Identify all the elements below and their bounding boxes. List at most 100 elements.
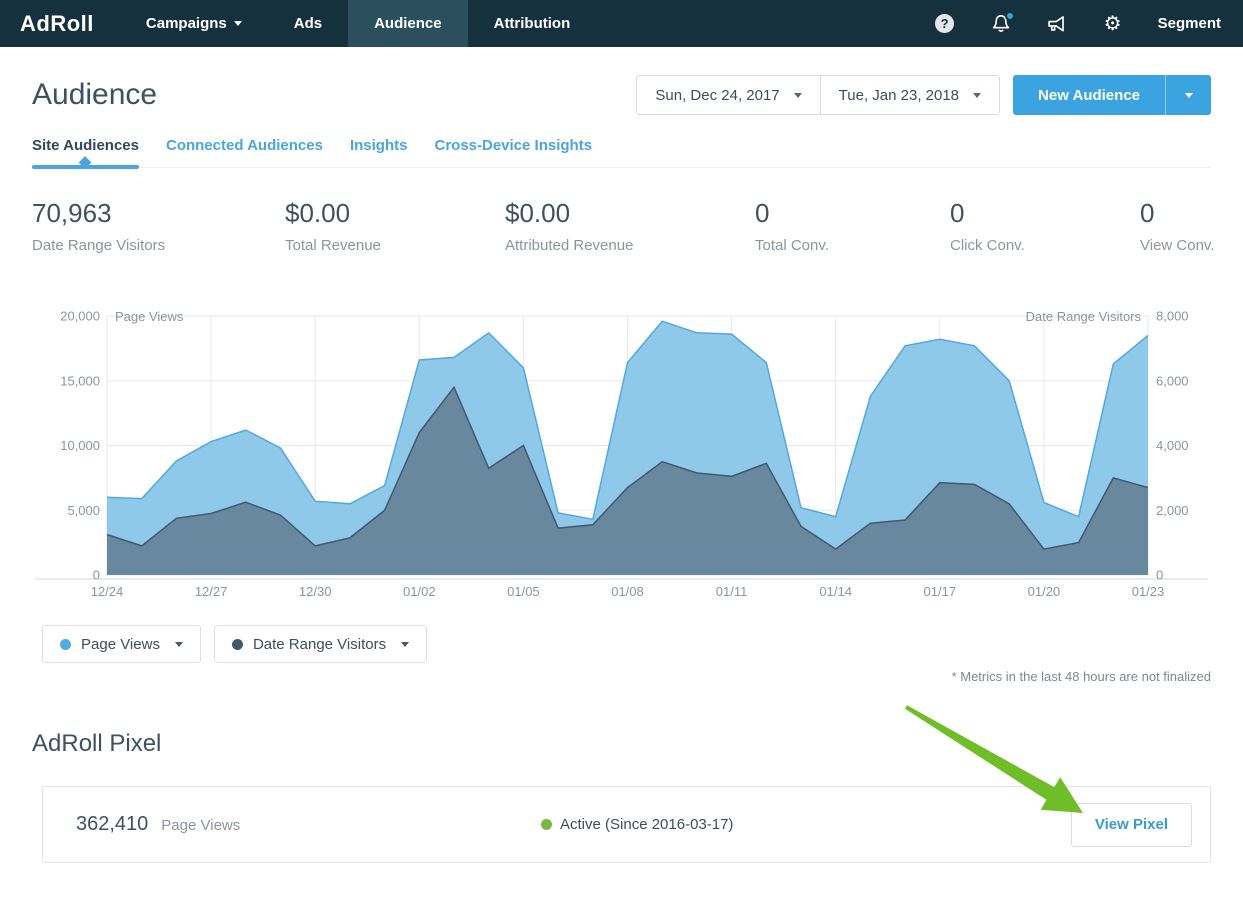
svg-text:2,000: 2,000 xyxy=(1156,503,1189,518)
stat-value: $0.00 xyxy=(285,198,505,229)
nav-items: Campaigns Ads Audience Attribution xyxy=(120,0,596,47)
stat-attributed-revenue: $0.00 Attributed Revenue xyxy=(505,198,755,254)
stat-value: 0 xyxy=(950,198,1140,229)
date-range-picker: Sun, Dec 24, 2017 Tue, Jan 23, 2018 xyxy=(636,75,1000,115)
page-header: Audience Sun, Dec 24, 2017 Tue, Jan 23, … xyxy=(32,73,1211,117)
start-date-dropdown[interactable]: Sun, Dec 24, 2017 xyxy=(637,76,819,114)
svg-text:01/14: 01/14 xyxy=(819,584,852,599)
nav-item-ads-label: Ads xyxy=(294,15,322,32)
stat-value: 0 xyxy=(1140,198,1214,229)
stat-date-range-visitors: 70,963 Date Range Visitors xyxy=(32,198,285,254)
chart-legend: Page Views Date Range Visitors xyxy=(42,625,1243,663)
adroll-pixel-heading: AdRoll Pixel xyxy=(32,730,1243,758)
notification-badge xyxy=(1005,11,1015,21)
svg-text:10,000: 10,000 xyxy=(60,438,100,453)
chevron-down-icon xyxy=(401,642,409,647)
header-controls: Sun, Dec 24, 2017 Tue, Jan 23, 2018 New … xyxy=(636,75,1211,115)
tab-connected-audiences-label: Connected Audiences xyxy=(166,137,323,154)
gear-glyph: ⚙ xyxy=(1104,14,1122,34)
svg-text:5,000: 5,000 xyxy=(67,503,100,518)
megaphone-icon xyxy=(1046,14,1067,34)
stat-total-conv: 0 Total Conv. xyxy=(755,198,950,254)
pixel-status-text: Active (Since 2016-03-17) xyxy=(560,816,733,833)
nav-item-campaigns[interactable]: Campaigns xyxy=(120,0,268,47)
new-audience-split-button: New Audience xyxy=(1013,75,1211,115)
legend-page-views-dropdown[interactable]: Page Views xyxy=(42,625,201,663)
status-dot xyxy=(541,819,552,830)
pixel-page-views-label: Page Views xyxy=(161,817,240,834)
audience-trend-chart-container: 05,00010,00015,00020,00002,0004,0006,000… xyxy=(0,300,1243,605)
summary-stats-row: 70,963 Date Range Visitors $0.00 Total R… xyxy=(0,198,1243,254)
nav-item-campaigns-label: Campaigns xyxy=(146,15,227,32)
nav-right-cluster: ? ⚙ Segment xyxy=(934,0,1243,47)
metrics-footnote: * Metrics in the last 48 hours are not f… xyxy=(0,669,1211,684)
announcements-megaphone-icon[interactable] xyxy=(1046,13,1068,35)
stat-view-conv: 0 View Conv. xyxy=(1140,198,1214,254)
svg-text:01/08: 01/08 xyxy=(611,584,644,599)
audience-tabs: Site Audiences Connected Audiences Insig… xyxy=(32,137,1211,168)
tab-insights[interactable]: Insights xyxy=(350,137,408,167)
adroll-pixel-card: 362,410 Page Views Active (Since 2016-03… xyxy=(42,786,1211,863)
svg-text:12/30: 12/30 xyxy=(299,584,332,599)
tab-cross-device-insights[interactable]: Cross-Device Insights xyxy=(434,137,592,167)
new-audience-dropdown-toggle[interactable] xyxy=(1165,75,1211,115)
svg-text:0: 0 xyxy=(93,568,100,583)
svg-text:01/17: 01/17 xyxy=(924,584,957,599)
pixel-page-views: 362,410 Page Views xyxy=(76,813,541,836)
tab-site-audiences[interactable]: Site Audiences xyxy=(32,137,139,167)
stat-label: Attributed Revenue xyxy=(505,237,755,254)
chevron-down-icon xyxy=(794,93,802,98)
nav-item-ads[interactable]: Ads xyxy=(268,0,348,47)
stat-label: Click Conv. xyxy=(950,237,1140,254)
chevron-down-icon xyxy=(175,642,183,647)
stat-total-revenue: $0.00 Total Revenue xyxy=(285,198,505,254)
nav-item-audience[interactable]: Audience xyxy=(348,0,468,47)
active-tab-underline xyxy=(32,165,139,169)
legend-date-range-visitors-label: Date Range Visitors xyxy=(253,636,386,653)
stat-label: Total Conv. xyxy=(755,237,950,254)
audience-trend-chart: 05,00010,00015,00020,00002,0004,0006,000… xyxy=(0,300,1243,605)
date-range-visitors-dot xyxy=(232,639,243,650)
stat-click-conv: 0 Click Conv. xyxy=(950,198,1140,254)
tab-insights-label: Insights xyxy=(350,137,408,154)
chevron-down-icon xyxy=(973,93,981,98)
tab-site-audiences-label: Site Audiences xyxy=(32,137,139,154)
start-date-value: Sun, Dec 24, 2017 xyxy=(655,87,779,104)
stat-label: View Conv. xyxy=(1140,237,1214,254)
adroll-logo[interactable]: AdRoll xyxy=(0,0,120,47)
legend-page-views-label: Page Views xyxy=(81,636,160,653)
page-title: Audience xyxy=(32,78,157,112)
stat-label: Total Revenue xyxy=(285,237,505,254)
legend-date-range-visitors-dropdown[interactable]: Date Range Visitors xyxy=(214,625,427,663)
svg-text:8,000: 8,000 xyxy=(1156,309,1189,324)
settings-gear-icon[interactable]: ⚙ xyxy=(1102,13,1124,35)
stat-value: 70,963 xyxy=(32,198,285,229)
stat-label: Date Range Visitors xyxy=(32,237,285,254)
tab-cross-device-insights-label: Cross-Device Insights xyxy=(434,137,592,154)
pixel-page-views-value: 362,410 xyxy=(76,813,148,836)
nav-item-attribution-label: Attribution xyxy=(494,15,571,32)
top-nav-bar: AdRoll Campaigns Ads Audience Attributio… xyxy=(0,0,1243,47)
nav-item-attribution[interactable]: Attribution xyxy=(468,0,597,47)
svg-text:15,000: 15,000 xyxy=(60,373,100,388)
tab-connected-audiences[interactable]: Connected Audiences xyxy=(166,137,323,167)
svg-text:6,000: 6,000 xyxy=(1156,373,1189,388)
end-date-value: Tue, Jan 23, 2018 xyxy=(839,87,959,104)
svg-text:01/23: 01/23 xyxy=(1132,584,1165,599)
svg-text:01/05: 01/05 xyxy=(507,584,540,599)
notifications-bell-icon[interactable] xyxy=(990,13,1012,35)
segment-menu[interactable]: Segment xyxy=(1158,15,1221,32)
svg-text:12/24: 12/24 xyxy=(91,584,124,599)
svg-text:01/11: 01/11 xyxy=(716,584,748,599)
stat-value: 0 xyxy=(755,198,950,229)
pixel-status: Active (Since 2016-03-17) xyxy=(541,816,733,833)
svg-text:0: 0 xyxy=(1156,568,1163,583)
view-pixel-button[interactable]: View Pixel xyxy=(1071,803,1192,847)
svg-text:4,000: 4,000 xyxy=(1156,438,1189,453)
new-audience-button[interactable]: New Audience xyxy=(1013,75,1165,115)
svg-text:12/27: 12/27 xyxy=(195,584,228,599)
end-date-dropdown[interactable]: Tue, Jan 23, 2018 xyxy=(820,76,999,114)
help-icon[interactable]: ? xyxy=(934,13,956,35)
svg-text:01/02: 01/02 xyxy=(403,584,436,599)
svg-text:01/20: 01/20 xyxy=(1028,584,1061,599)
